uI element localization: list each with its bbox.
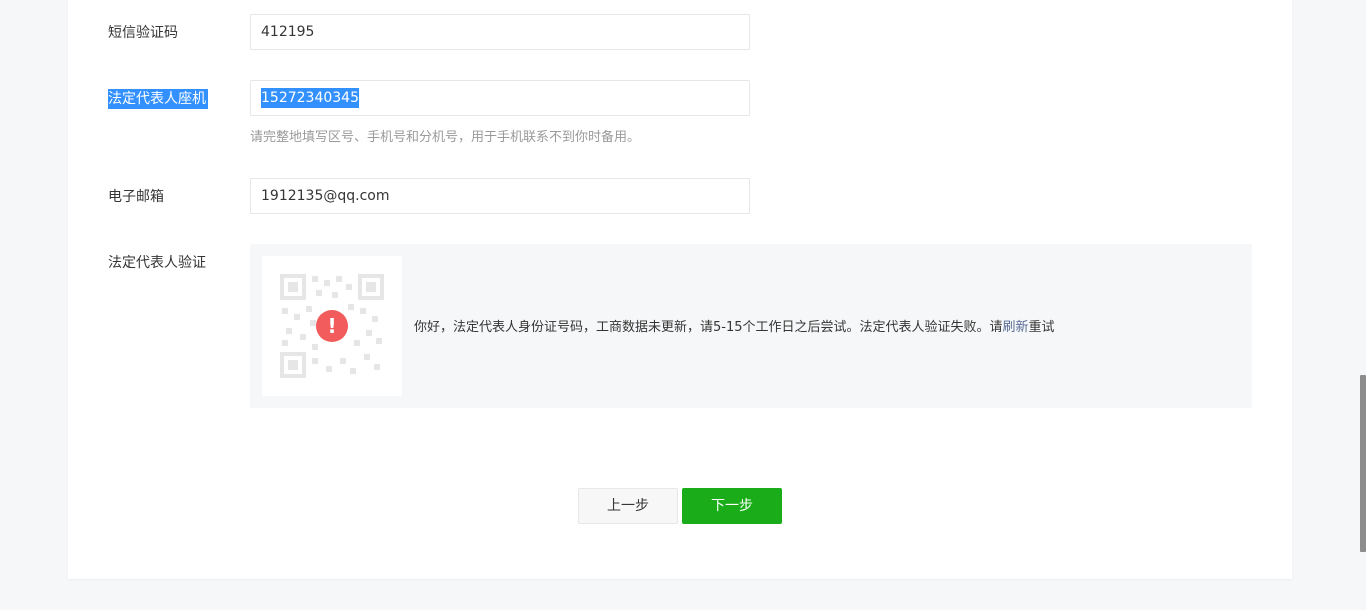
verify-label: 法定代表人验证: [108, 255, 206, 271]
verify-message-suffix: 重试: [1028, 320, 1055, 335]
sms-code-value: 412195: [261, 24, 315, 40]
landline-label: 法定代表人座机: [108, 89, 208, 109]
scrollbar-thumb[interactable]: [1360, 375, 1366, 552]
verify-message-text: 你好，法定代表人身份证号码，工商数据未更新，请5-15个工作日之后尝试。法定代表…: [414, 320, 1003, 335]
refresh-link[interactable]: 刷新: [1003, 320, 1029, 335]
sms-code-input[interactable]: 412195: [250, 14, 750, 50]
email-input[interactable]: 1912135@qq.com: [250, 178, 750, 214]
email-value: 1912135@qq.com: [261, 188, 390, 204]
prev-step-button[interactable]: 上一步: [578, 488, 678, 524]
verify-panel: ! 你好，法定代表人身份证号码，工商数据未更新，请5-15个工作日之后尝试。法定…: [250, 244, 1252, 408]
warning-icon: !: [316, 310, 348, 342]
landline-value: 15272340345: [261, 88, 359, 108]
next-step-button[interactable]: 下一步: [682, 488, 782, 524]
email-label: 电子邮箱: [108, 189, 164, 205]
landline-hint: 请完整地填写区号、手机号和分机号，用于手机联系不到你时备用。: [250, 130, 641, 145]
landline-input[interactable]: 15272340345: [250, 80, 750, 116]
sms-code-label: 短信验证码: [108, 25, 178, 41]
qr-code: !: [262, 256, 402, 396]
verify-message: 你好，法定代表人身份证号码，工商数据未更新，请5-15个工作日之后尝试。法定代表…: [414, 318, 1055, 338]
